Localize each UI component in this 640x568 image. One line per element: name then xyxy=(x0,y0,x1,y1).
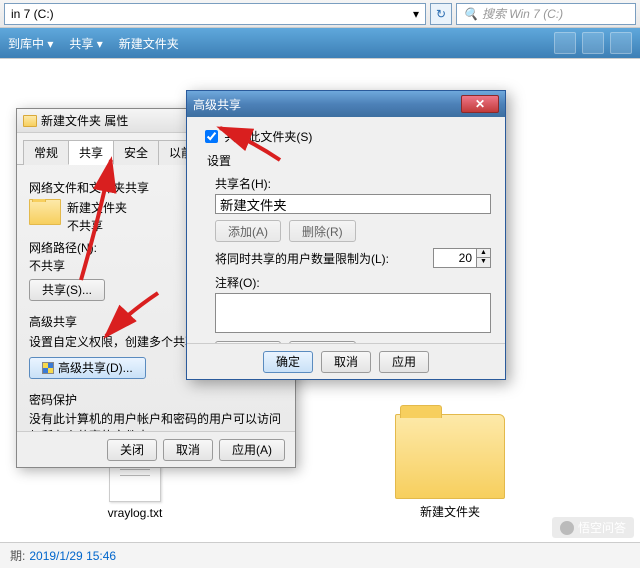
folder-icon xyxy=(395,414,505,499)
user-limit-spinner[interactable]: ▲ ▼ xyxy=(433,248,491,268)
new-folder-label: 新建文件夹 xyxy=(119,35,179,52)
chevron-down-icon[interactable]: ▾ xyxy=(413,7,419,21)
tab-general-label: 常规 xyxy=(34,146,58,160)
cancel-button[interactable]: 取消 xyxy=(163,439,213,461)
add-button-label: 添加(A) xyxy=(228,223,268,240)
search-icon: 🔍 xyxy=(463,7,478,21)
user-limit-label: 将同时共享的用户数量限制为(L): xyxy=(215,250,389,267)
shield-icon xyxy=(42,362,54,374)
share-button[interactable]: 共享(S)... xyxy=(29,279,105,301)
properties-footer: 关闭 取消 应用(A) xyxy=(17,431,295,467)
close-icon[interactable]: ✕ xyxy=(461,95,499,113)
folder-icon xyxy=(29,199,61,225)
comment-input[interactable] xyxy=(215,293,491,333)
tab-sharing[interactable]: 共享 xyxy=(68,140,114,165)
apply-button-label: 应用(A) xyxy=(232,441,272,458)
tab-security[interactable]: 安全 xyxy=(113,140,159,165)
refresh-icon: ↻ xyxy=(436,7,446,21)
apply-button-label: 应用 xyxy=(392,353,416,370)
cancel-button-label: 取消 xyxy=(176,441,200,458)
remove-button[interactable]: 删除(R) xyxy=(289,220,356,242)
advanced-title: 高级共享 xyxy=(193,96,241,113)
folder-label: 新建文件夹 xyxy=(370,503,530,520)
user-limit-input[interactable] xyxy=(434,250,476,266)
folder-icon xyxy=(23,115,37,127)
tab-sharing-label: 共享 xyxy=(79,146,103,160)
file-label: vraylog.txt xyxy=(70,506,200,520)
share-menu[interactable]: 共享 ▾ xyxy=(69,35,102,52)
ok-button-label: 确定 xyxy=(276,353,300,370)
share-this-folder-input[interactable] xyxy=(205,130,218,143)
spin-down-icon[interactable]: ▼ xyxy=(476,258,490,267)
settings-group-label: 设置 xyxy=(207,152,491,169)
new-folder[interactable]: 新建文件夹 xyxy=(119,35,179,52)
share-name-label: 共享名(H): xyxy=(215,175,491,192)
advanced-titlebar[interactable]: 高级共享 ✕ xyxy=(187,91,505,117)
preview-pane-icon[interactable] xyxy=(582,32,604,54)
comment-label: 注释(O): xyxy=(215,274,491,291)
share-menu-label: 共享 ▾ xyxy=(69,35,102,52)
advanced-sharing-dialog: 高级共享 ✕ 共享此文件夹(S) 设置 共享名(H): 添加(A) 删除(R) … xyxy=(186,90,506,380)
include-in-library[interactable]: 到库中 ▾ xyxy=(8,35,53,52)
help-icon[interactable] xyxy=(610,32,632,54)
apply-button[interactable]: 应用 xyxy=(379,351,429,373)
advanced-body: 共享此文件夹(S) 设置 共享名(H): 添加(A) 删除(R) 将同时共享的用… xyxy=(187,117,505,373)
address-path-text: in 7 (C:) xyxy=(11,7,54,21)
folder-item-new[interactable]: 新建文件夹 xyxy=(370,414,530,520)
watermark-icon xyxy=(560,521,574,535)
advanced-sharing-label: 高级共享(D)... xyxy=(58,359,133,377)
watermark: 悟空问答 xyxy=(552,517,634,538)
explorer-command-bar: 到库中 ▾ 共享 ▾ 新建文件夹 xyxy=(0,28,640,58)
share-this-folder-checkbox[interactable]: 共享此文件夹(S) xyxy=(201,130,312,144)
share-name-input[interactable] xyxy=(215,194,491,214)
include-in-library-label: 到库中 ▾ xyxy=(8,35,53,52)
advanced-footer: 确定 取消 应用 xyxy=(187,343,505,379)
status-date-value: 2019/1/29 15:46 xyxy=(29,549,116,563)
add-button[interactable]: 添加(A) xyxy=(215,220,281,242)
section-password: 密码保护 xyxy=(29,391,283,409)
spin-up-icon[interactable]: ▲ xyxy=(476,249,490,258)
cancel-button-label: 取消 xyxy=(334,353,358,370)
search-input[interactable]: 🔍 搜索 Win 7 (C:) xyxy=(456,3,636,25)
cancel-button[interactable]: 取消 xyxy=(321,351,371,373)
status-date-label: 期: xyxy=(10,547,25,564)
search-placeholder: 搜索 Win 7 (C:) xyxy=(482,5,563,22)
refresh-button[interactable]: ↻ xyxy=(430,3,452,25)
remove-button-label: 删除(R) xyxy=(302,223,343,240)
tab-general[interactable]: 常规 xyxy=(23,140,69,165)
tab-security-label: 安全 xyxy=(124,146,148,160)
advanced-sharing-button[interactable]: 高级共享(D)... xyxy=(29,357,146,379)
status-bar: 期: 2019/1/29 15:46 xyxy=(0,542,640,568)
ok-button[interactable]: 确定 xyxy=(263,351,313,373)
share-button-label: 共享(S)... xyxy=(42,281,92,299)
explorer-address-bar: in 7 (C:) ▾ ↻ 🔍 搜索 Win 7 (C:) xyxy=(0,0,640,28)
share-this-folder-label: 共享此文件夹(S) xyxy=(224,130,312,144)
apply-button[interactable]: 应用(A) xyxy=(219,439,285,461)
watermark-text: 悟空问答 xyxy=(578,519,626,536)
close-button-label: 关闭 xyxy=(120,441,144,458)
properties-title: 新建文件夹 属性 xyxy=(41,112,128,129)
close-button[interactable]: 关闭 xyxy=(107,439,157,461)
view-options-icon[interactable] xyxy=(554,32,576,54)
address-path[interactable]: in 7 (C:) ▾ xyxy=(4,3,426,25)
